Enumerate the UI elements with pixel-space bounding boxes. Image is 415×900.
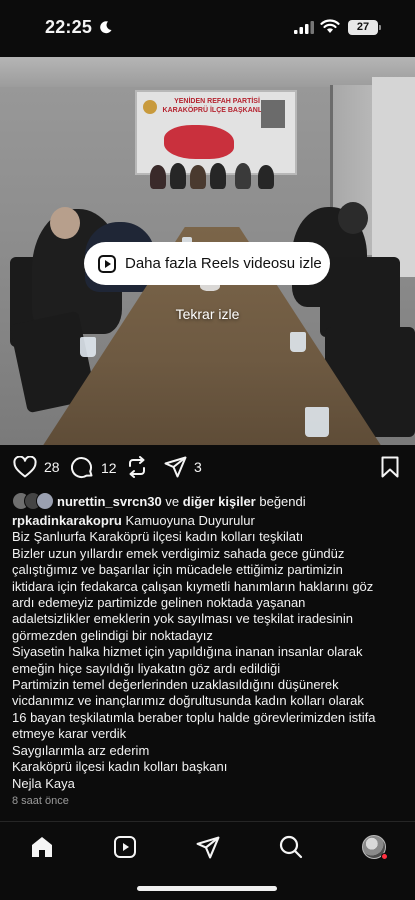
bookmark-icon: [381, 456, 399, 478]
liked-by[interactable]: nurettin_svrcn30 ve diğer kişiler beğend…: [12, 491, 306, 511]
party-logo: [143, 100, 157, 114]
reels-icon: [114, 836, 136, 858]
caption-line: etmeye karar verdik: [12, 726, 127, 742]
caption-line: Partimizin temel değerlerinden uzaklasıl…: [12, 677, 339, 693]
caption-line: Saygılarımla arz ederim: [12, 742, 150, 758]
search-icon: [279, 835, 303, 859]
battery-cap: [379, 25, 381, 30]
signal-icon: [294, 21, 314, 34]
media-ceiling: [0, 57, 415, 87]
nav-reels[interactable]: [110, 832, 140, 862]
caption-line: Siyasetin halka hizmet için yapıldığına …: [12, 644, 363, 660]
save-button[interactable]: [381, 456, 399, 478]
media-window-light: [372, 77, 415, 277]
banner-portrait: [261, 100, 285, 128]
post-actions: 28 12 3: [0, 456, 415, 482]
nav-home[interactable]: [27, 832, 57, 862]
caption-line: emeğin hiçe sayıldığı liyakatın göz ardı…: [12, 660, 281, 676]
person: [190, 165, 206, 189]
caption-line: ardı edemeyiz partimizde gelinen noktada…: [12, 595, 306, 611]
like-button[interactable]: 28: [13, 456, 60, 478]
person: [258, 165, 274, 189]
repost-button[interactable]: [126, 456, 148, 478]
post-timestamp: 8 saat önce: [12, 795, 69, 807]
comment-icon: [71, 457, 93, 479]
caption-username[interactable]: rpkadinkarakopru: [12, 513, 122, 528]
person: [235, 163, 251, 189]
battery-indicator: 27: [348, 20, 378, 35]
caption-line: 16 bayan teşkilatımla beraber toplu hald…: [12, 709, 376, 725]
send-icon: [196, 836, 220, 858]
caption-line: Biz Şanlıurfa Karaköprü ilçesi kadın kol…: [12, 529, 304, 545]
liked-by-others[interactable]: diğer kişiler: [183, 494, 256, 509]
caption-line: görmezden gelindigi bir noktadayız: [12, 627, 213, 643]
more-reels-label: Daha fazla Reels videosu izle: [125, 255, 322, 272]
banner-map: [164, 125, 234, 159]
liked-by-connector: ve: [165, 493, 180, 509]
notification-dot: [381, 853, 388, 860]
replay-button[interactable]: Tekrar izle: [0, 306, 415, 322]
liker-username[interactable]: nurettin_svrcn30: [57, 494, 162, 509]
play-icon: [98, 254, 116, 273]
avatar: [36, 492, 54, 510]
send-button[interactable]: 3: [164, 456, 202, 478]
more-reels-button[interactable]: Daha fazla Reels videosu izle: [84, 242, 330, 285]
moon-icon: [100, 21, 112, 34]
caption-line: iktidara için fedakarca çalışan kıymetli…: [12, 578, 374, 594]
water-cup: [290, 332, 306, 352]
home-icon: [32, 837, 52, 857]
comment-button[interactable]: 12: [71, 456, 117, 479]
water-cup: [305, 407, 329, 437]
caption-line: Bizler uzun yıllardır emek verdigimiz sa…: [12, 545, 345, 561]
liked-by-suffix: beğendi: [259, 493, 306, 509]
nav-search[interactable]: [276, 832, 306, 862]
nav-profile[interactable]: [359, 832, 389, 862]
repost-icon: [129, 456, 145, 478]
home-indicator: [137, 886, 277, 891]
person: [150, 165, 166, 189]
like-count[interactable]: 28: [44, 459, 60, 475]
person: [170, 163, 186, 189]
caption-first-line: rpkadinkarakopru Kamuoyuna Duyurulur: [12, 513, 408, 529]
water-cup: [80, 337, 96, 357]
share-count[interactable]: 3: [194, 459, 202, 475]
heart-icon: [13, 456, 37, 478]
wifi-icon: [320, 19, 340, 33]
caption-line: Nejla Kaya: [12, 775, 75, 791]
comment-count[interactable]: 12: [101, 460, 117, 476]
banner-title: YENİDEN REFAH PARTİSİ KARAKÖPRÜ İLÇE BAŞ…: [162, 98, 272, 114]
send-icon: [164, 456, 187, 478]
chair: [320, 257, 400, 337]
nav-messages[interactable]: [193, 832, 223, 862]
person: [210, 163, 226, 189]
caption-line: adaletsizlikler emeklerin yok sayılması …: [12, 611, 354, 627]
person: [338, 202, 368, 234]
liker-avatars: [12, 492, 57, 510]
post-caption: rpkadinkarakopru Kamuoyuna Duyurulur Biz…: [12, 513, 408, 792]
profile-avatar: [362, 835, 388, 860]
caption-line: çalıştığımız ve başarılar için mücadele …: [12, 562, 343, 578]
caption-heading: Kamuoyuna Duyurulur: [125, 513, 255, 528]
person: [50, 207, 80, 239]
status-time: 22:25: [45, 17, 93, 37]
post-media[interactable]: YENİDEN REFAH PARTİSİ KARAKÖPRÜ İLÇE BAŞ…: [0, 57, 415, 445]
caption-line: vicdanımız ve inançlarımız doğrultusunda…: [12, 693, 364, 709]
status-bar: 22:25 27: [0, 0, 415, 56]
caption-line: Karaköprü ilçesi kadın kolları başkanı: [12, 759, 228, 775]
